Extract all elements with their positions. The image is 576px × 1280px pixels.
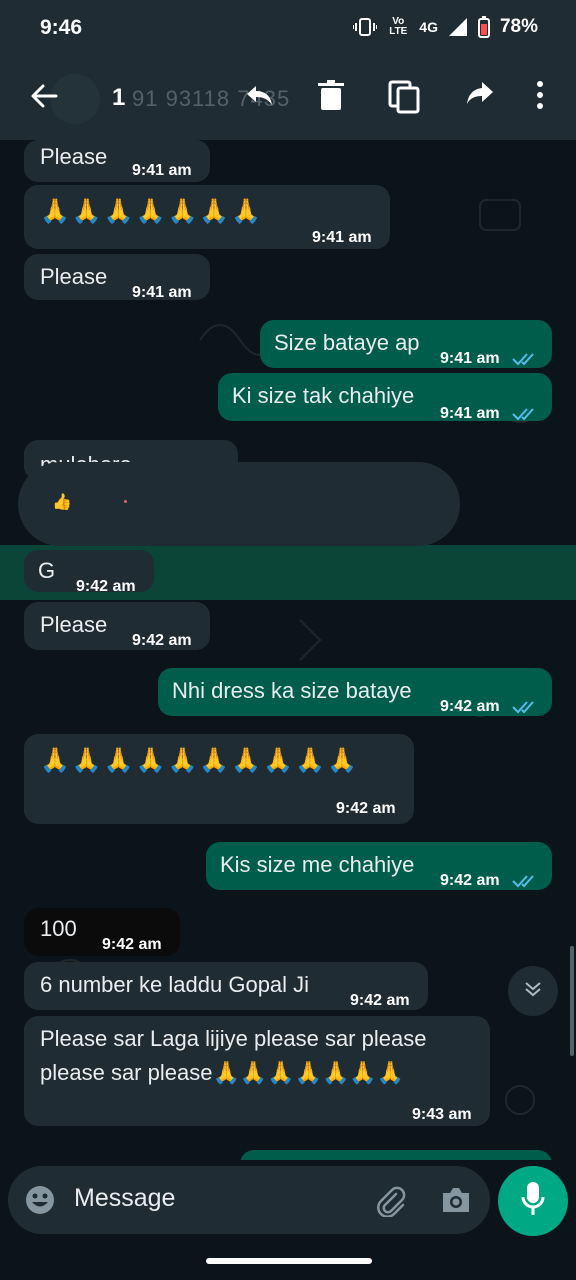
selected-count: 1 (112, 84, 126, 111)
message-bubble-in[interactable]: Please 9:42 am (24, 602, 210, 650)
message-bubble-out[interactable]: Size bataye ap 9:41 am (260, 320, 552, 368)
status-icons: Vo LTE 4G 78% (353, 16, 538, 38)
delete-icon[interactable] (318, 80, 344, 117)
message-text: Please (40, 144, 108, 169)
emoji-icon[interactable] (24, 1184, 56, 1221)
microphone-icon (521, 1181, 545, 1221)
status-time: 9:46 (40, 16, 83, 39)
message-input[interactable]: Message (74, 1184, 175, 1213)
read-ticks-icon (512, 344, 538, 374)
reply-icon[interactable] (244, 80, 274, 115)
message-text-line1: Please sar Laga lijiye please sar please (40, 1026, 427, 1051)
message-text: Size bataye ap (274, 330, 420, 355)
selection-toolbar: 91 93118 7435 1 (0, 56, 576, 140)
vibrate-icon (353, 17, 378, 37)
back-arrow-icon[interactable] (28, 80, 60, 117)
message-bubble-in[interactable]: 6 number ke laddu Gopal Ji 9:42 am (24, 962, 428, 1010)
message-time: 9:43 am (412, 1106, 472, 1123)
message-time: 9:41 am (132, 162, 192, 179)
status-bar: 9:46 Vo LTE 4G 78% (0, 0, 576, 56)
message-bubble-out[interactable]: Ki size tak chahiye 9:41 am (218, 373, 552, 422)
message-bubble-in[interactable]: Please 9:41 am (24, 254, 210, 301)
message-time: 9:42 am (76, 578, 136, 595)
network-label: 4G (419, 19, 438, 35)
reaction-bubble[interactable]: 👍 (18, 462, 460, 546)
forward-icon[interactable] (466, 80, 494, 111)
message-bubble-in[interactable]: Please sar Laga lijiye please sar please… (24, 1016, 490, 1126)
message-text: Please (40, 612, 108, 637)
whatsapp-chat-screen: 9:46 Vo LTE 4G 78% 91 93118 7435 1 Pleas… (0, 0, 576, 1280)
more-options-icon[interactable] (536, 80, 544, 115)
message-emoji: 🙏🙏🙏🙏🙏🙏🙏🙏🙏🙏 (40, 747, 359, 774)
scrollbar[interactable] (570, 946, 574, 1056)
message-bubble-in[interactable]: 🙏🙏🙏🙏🙏🙏🙏🙏🙏🙏 9:42 am (24, 734, 414, 824)
message-bubble-out[interactable]: Kis size me chahiye 9:42 am (206, 842, 552, 890)
message-text-line2: please sar please🙏🙏🙏🙏🙏🙏🙏 (40, 1060, 405, 1085)
message-text: 100 (40, 916, 77, 941)
message-bubble-in[interactable]: Please 9:41 am (24, 140, 210, 182)
read-ticks-icon (512, 692, 538, 722)
message-bubble-out[interactable]: Nhi dress ka size bataye 9:42 am (158, 668, 552, 716)
message-time: 9:41 am (440, 405, 500, 422)
read-ticks-icon (512, 866, 538, 896)
reaction-emoji: 👍 (52, 494, 72, 511)
reaction-dot (124, 500, 127, 503)
message-time: 9:41 am (132, 284, 192, 301)
message-time: 9:42 am (440, 872, 500, 889)
message-bubble-out-partial[interactable] (240, 1150, 552, 1160)
message-time: 9:41 am (312, 229, 372, 246)
message-text: Ki size tak chahiye (232, 383, 415, 408)
message-bubble-in[interactable]: 🙏🙏🙏🙏🙏🙏🙏 9:41 am (24, 185, 390, 249)
message-text: G (38, 558, 56, 583)
message-time: 9:42 am (336, 800, 396, 817)
read-ticks-icon (512, 399, 538, 429)
microphone-button[interactable] (498, 1166, 568, 1236)
message-time: 9:41 am (440, 350, 500, 367)
message-time: 9:42 am (132, 632, 192, 649)
gesture-nav-bar[interactable] (206, 1258, 372, 1264)
message-time: 9:42 am (102, 936, 162, 953)
message-emoji: 🙏🙏🙏🙏🙏🙏🙏 (40, 198, 264, 225)
copy-icon[interactable] (388, 80, 420, 119)
message-text: Please (40, 264, 108, 289)
scroll-to-bottom-button[interactable] (508, 966, 558, 1016)
battery-level: 78% (499, 16, 538, 37)
message-bubble-in-selected[interactable]: G 9:42 am (24, 550, 154, 595)
attachment-icon[interactable] (374, 1185, 406, 1222)
message-text: Nhi dress ka size bataye (172, 678, 412, 703)
volte-label: Vo LTE (389, 16, 408, 37)
message-time: 9:42 am (350, 992, 410, 1009)
message-bubble-in[interactable]: 100 9:42 am (24, 908, 180, 956)
message-text: Kis size me chahiye (220, 852, 415, 877)
camera-icon[interactable] (440, 1185, 472, 1220)
message-text: 6 number ke laddu Gopal Ji (40, 972, 310, 997)
battery-icon (477, 16, 490, 38)
message-composer[interactable]: Message (8, 1166, 490, 1234)
message-list[interactable]: Please 9:41 am 🙏🙏🙏🙏🙏🙏🙏 9:41 am Please 9:… (0, 140, 576, 1160)
message-time: 9:42 am (440, 698, 500, 715)
double-chevron-down-icon (523, 979, 543, 1004)
signal-icon (448, 17, 468, 37)
